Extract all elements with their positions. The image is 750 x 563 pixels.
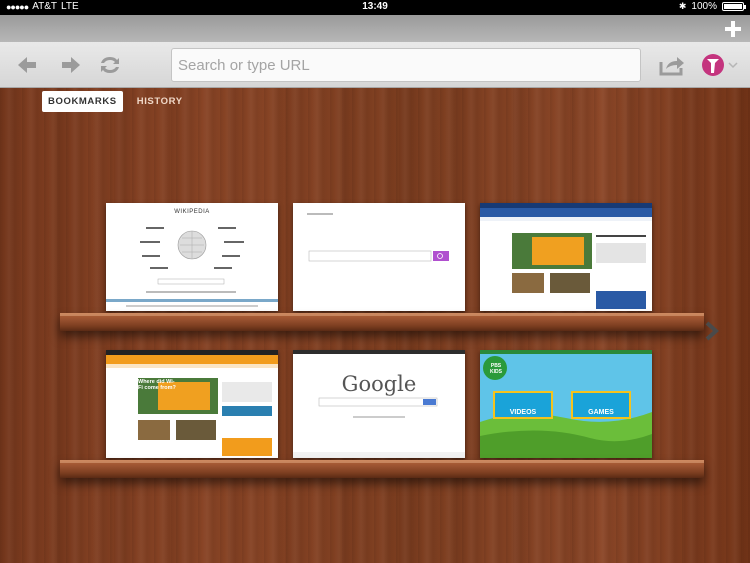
next-page-button[interactable] bbox=[704, 320, 720, 342]
pbs-videos-label: VIDEOS bbox=[509, 409, 537, 416]
bookmark-thumb-pbs-kids[interactable]: PBS KIDS VIDEOS GAMES bbox=[480, 350, 652, 458]
wikipedia-page-icon bbox=[106, 227, 278, 307]
status-bar: ●●●●● AT&T LTE 13:49 ✱ 100% bbox=[0, 0, 750, 15]
battery-percent: 100% bbox=[691, 1, 717, 12]
bookmark-thumb-wikipedia[interactable]: WIKIPEDIA bbox=[106, 203, 278, 311]
google-logo-text: Google bbox=[341, 372, 417, 396]
new-tab-button[interactable] bbox=[724, 17, 742, 42]
pbs-games-label: GAMES bbox=[588, 409, 614, 416]
toolbar bbox=[0, 42, 750, 88]
thesaurus-headline: Where did Wi-Fi come from? bbox=[138, 379, 176, 391]
forward-button[interactable] bbox=[58, 52, 84, 78]
reload-icon bbox=[101, 57, 119, 73]
back-button[interactable] bbox=[14, 52, 40, 78]
reload-button[interactable] bbox=[97, 52, 123, 78]
google-page-icon bbox=[293, 350, 465, 458]
bluetooth-icon: ✱ bbox=[678, 1, 687, 11]
shelf-2 bbox=[60, 460, 704, 478]
url-input[interactable] bbox=[172, 49, 640, 81]
tab-strip bbox=[0, 15, 750, 42]
battery-fill bbox=[724, 4, 742, 9]
pbs-logo-text: PBS KIDS bbox=[490, 363, 502, 375]
url-box[interactable] bbox=[171, 48, 641, 82]
bookmark-thumb-search[interactable] bbox=[293, 203, 465, 311]
share-button[interactable] bbox=[658, 52, 686, 78]
bookmark-thumb-google[interactable]: Google bbox=[293, 350, 465, 458]
share-icon bbox=[659, 57, 684, 76]
status-time: 13:49 bbox=[362, 1, 388, 12]
search-page-icon bbox=[307, 213, 449, 262]
pbs-kids-page-icon bbox=[480, 350, 652, 458]
chevron-right-icon bbox=[705, 321, 720, 341]
segment-control: BOOKMARKS HISTORY bbox=[42, 91, 189, 112]
dictionary-page-icon bbox=[480, 203, 652, 309]
back-arrow-icon bbox=[18, 57, 36, 73]
battery-icon bbox=[722, 2, 746, 11]
bookmarks-shelf-area: BOOKMARKS HISTORY WIKIPEDIA Where did Wi… bbox=[0, 88, 750, 563]
tab-history[interactable]: HISTORY bbox=[131, 91, 189, 112]
shelf-1 bbox=[60, 313, 704, 331]
wikipedia-logo-text: WIKIPEDIA bbox=[174, 209, 210, 215]
profile-button[interactable] bbox=[701, 51, 741, 79]
forward-arrow-icon bbox=[62, 57, 80, 73]
bookmark-thumb-dictionary[interactable] bbox=[480, 203, 652, 311]
status-right: ✱ 100% bbox=[678, 1, 746, 12]
profile-logo-icon bbox=[702, 54, 738, 76]
tab-bookmarks[interactable]: BOOKMARKS bbox=[42, 91, 123, 112]
plus-icon bbox=[725, 21, 741, 37]
thesaurus-page-icon bbox=[106, 350, 278, 456]
bookmark-thumb-thesaurus[interactable]: Where did Wi-Fi come from? bbox=[106, 350, 278, 458]
